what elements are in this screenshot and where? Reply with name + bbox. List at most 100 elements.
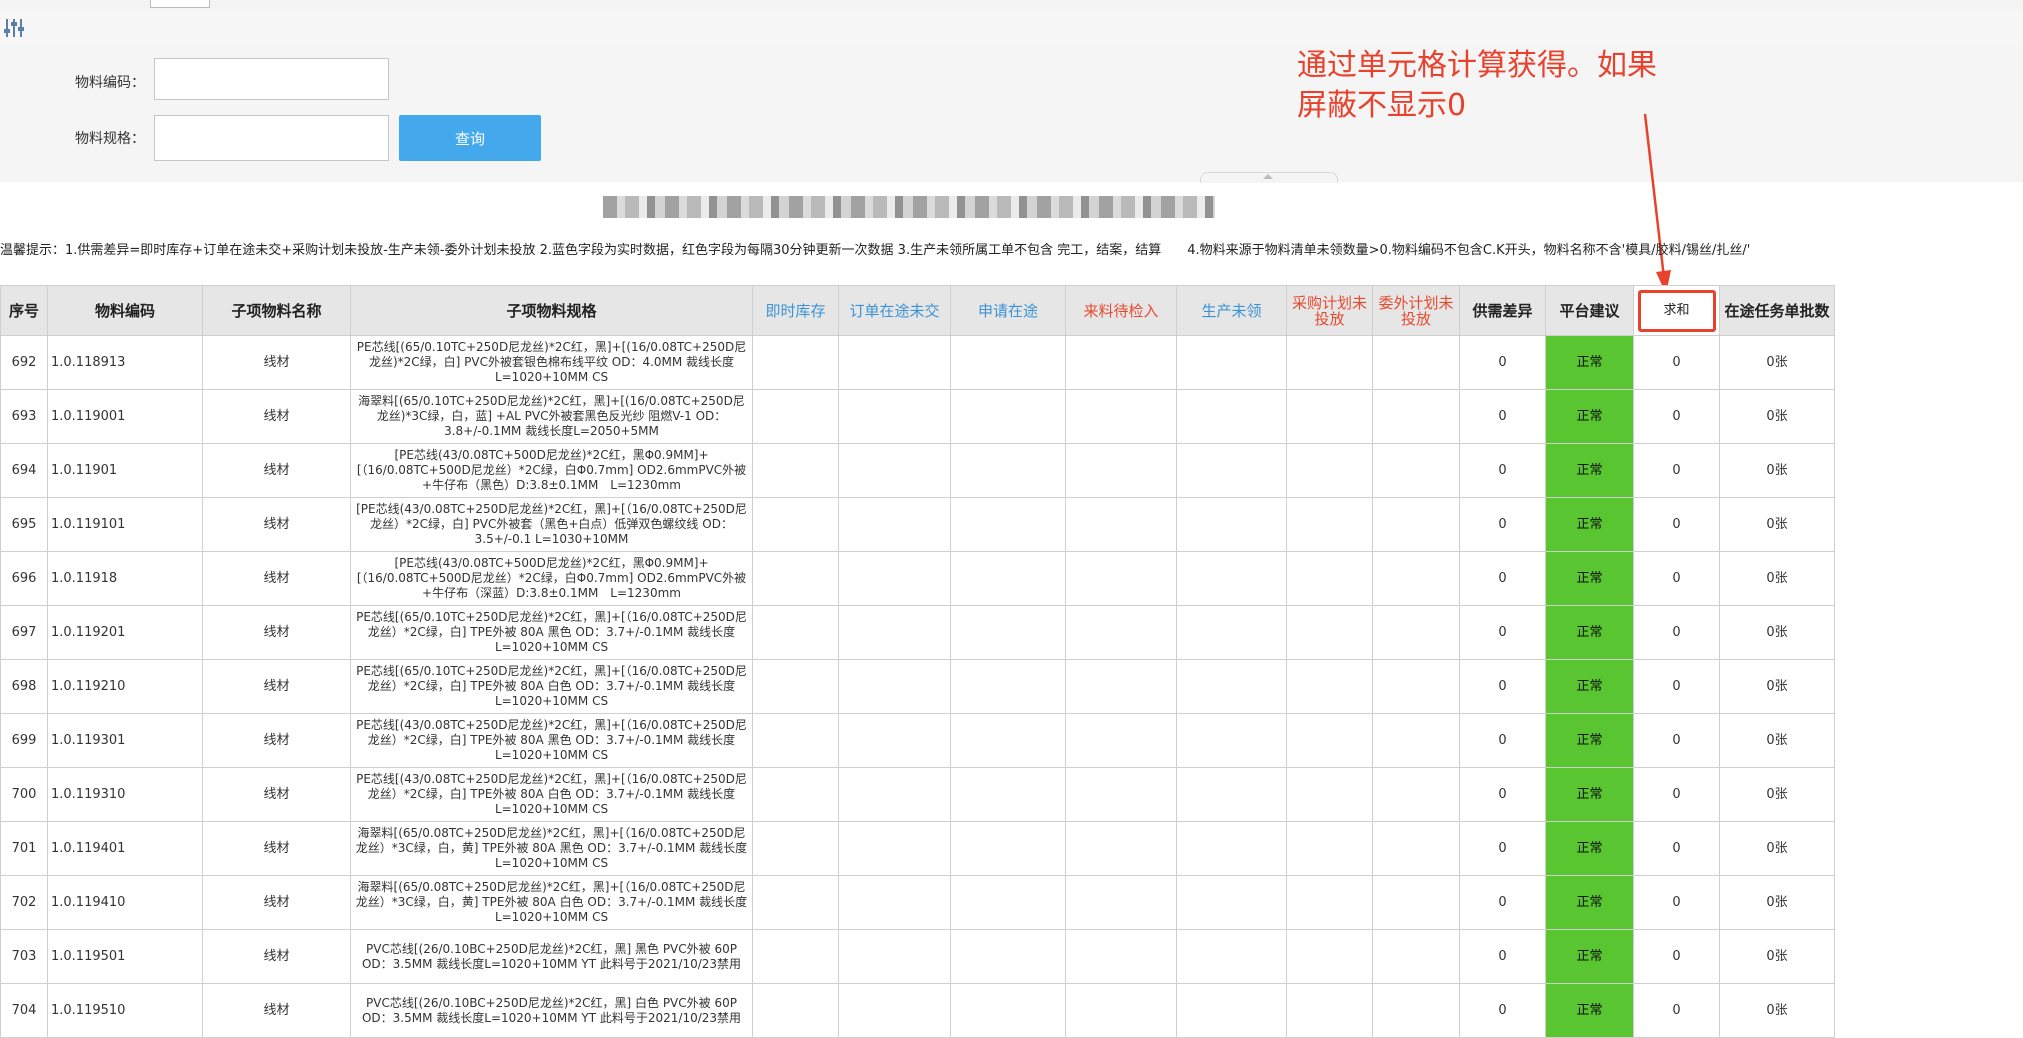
- cell-incoming: [1065, 551, 1177, 606]
- cell-stock: [752, 335, 839, 390]
- table-row[interactable]: 704 1.0.119510 线材 PVC芯线[(26/0.10BC+250D尼龙丝)…: [0, 983, 1835, 1038]
- cell-seq: 698: [0, 659, 48, 714]
- cell-code: 1.0.11901: [47, 443, 203, 498]
- cell-advice: 正常: [1545, 713, 1634, 768]
- col-purchase-plan[interactable]: 采购计划未投放: [1286, 285, 1373, 336]
- cell-seq: 703: [0, 929, 48, 984]
- cell-prod-unclaimed: [1176, 875, 1287, 930]
- table-row[interactable]: 701 1.0.119401 线材 海翠料[(65/0.08TC+250D尼龙丝)*2…: [0, 821, 1835, 876]
- cell-seq: 695: [0, 497, 48, 552]
- cell-stock: [752, 767, 839, 822]
- cell-code: 1.0.119501: [47, 929, 203, 984]
- table-row[interactable]: 703 1.0.119501 线材 PVC芯线[(26/0.10BC+250D尼龙丝)…: [0, 929, 1835, 984]
- cell-incoming: [1065, 821, 1177, 876]
- cell-spec: 海翠料[(65/0.08TC+250D尼龙丝)*2C红，黑]+[（16/0.08…: [350, 875, 753, 930]
- blurred-report-title: [603, 196, 1215, 218]
- col-stock[interactable]: 即时库存: [752, 285, 839, 336]
- cell-advice: 正常: [1545, 821, 1634, 876]
- cell-outsource-plan: [1372, 929, 1460, 984]
- col-outsource-plan[interactable]: 委外计划未投放: [1372, 285, 1460, 336]
- cell-sum: 0: [1633, 713, 1720, 768]
- col-sum[interactable]: 求和: [1633, 285, 1720, 336]
- cell-seq: 702: [0, 875, 48, 930]
- col-apply-transit[interactable]: 申请在途: [950, 285, 1066, 336]
- query-button[interactable]: 查询: [399, 115, 541, 161]
- cell-name: 线材: [202, 767, 351, 822]
- col-prod-unclaimed[interactable]: 生产未领: [1176, 285, 1287, 336]
- material-code-input[interactable]: [154, 58, 389, 100]
- col-incoming[interactable]: 来料待检入: [1065, 285, 1177, 336]
- cell-spec: PE芯线[(43/0.08TC+250D尼龙丝)*2C红，黑]+[（16/0.0…: [350, 767, 753, 822]
- cell-outsource-plan: [1372, 713, 1460, 768]
- table-row[interactable]: 696 1.0.11918 线材 [PE芯线(43/0.08TC+500D尼龙丝)*2…: [0, 551, 1835, 606]
- table-row[interactable]: 700 1.0.119310 线材 PE芯线[(43/0.08TC+250D尼龙丝)*…: [0, 767, 1835, 822]
- cell-batches: 0张: [1719, 605, 1835, 660]
- cell-purchase-plan: [1286, 875, 1373, 930]
- cell-apply-transit: [950, 551, 1066, 606]
- cell-prod-unclaimed: [1176, 821, 1287, 876]
- cell-prod-unclaimed: [1176, 659, 1287, 714]
- table-row[interactable]: 692 1.0.118913 线材 PE芯线[(65/0.10TC+250D尼龙丝)*…: [0, 335, 1835, 390]
- cell-apply-transit: [950, 983, 1066, 1038]
- table-row[interactable]: 693 1.0.119001 线材 海翠料[(65/0.10TC+250D尼龙丝)*2…: [0, 389, 1835, 444]
- cell-order-transit: [838, 821, 951, 876]
- cell-order-transit: [838, 335, 951, 390]
- cell-order-transit: [838, 605, 951, 660]
- toolbar-field[interactable]: [150, 0, 210, 8]
- panel-collapse-toggle[interactable]: [1200, 172, 1338, 183]
- table-row[interactable]: 694 1.0.11901 线材 [PE芯线(43/0.08TC+500D尼龙丝)*2…: [0, 443, 1835, 498]
- cell-prod-unclaimed: [1176, 983, 1287, 1038]
- cell-outsource-plan: [1372, 875, 1460, 930]
- cell-sum: 0: [1633, 659, 1720, 714]
- cell-spec: PE芯线[(43/0.08TC+250D尼龙丝)*2C红，黑]+[（16/0.0…: [350, 713, 753, 768]
- cell-seq: 696: [0, 551, 48, 606]
- cell-incoming: [1065, 605, 1177, 660]
- cell-advice: 正常: [1545, 875, 1634, 930]
- cell-order-transit: [838, 497, 951, 552]
- material-spec-input[interactable]: [154, 115, 389, 161]
- cell-sum: 0: [1633, 335, 1720, 390]
- cell-prod-unclaimed: [1176, 443, 1287, 498]
- cell-spec: PE芯线[(65/0.10TC+250D尼龙丝)*2C红，黑]+[(16/0.0…: [350, 335, 753, 390]
- cell-sum: 0: [1633, 821, 1720, 876]
- cell-spec: PE芯线[(65/0.10TC+250D尼龙丝)*2C红，黑]+[（16/0.0…: [350, 605, 753, 660]
- cell-apply-transit: [950, 767, 1066, 822]
- cell-seq: 699: [0, 713, 48, 768]
- col-diff[interactable]: 供需差异: [1459, 285, 1546, 336]
- cell-apply-transit: [950, 875, 1066, 930]
- cell-diff: 0: [1459, 983, 1546, 1038]
- cell-purchase-plan: [1286, 335, 1373, 390]
- col-order-transit[interactable]: 订单在途未交: [838, 285, 951, 336]
- col-advice[interactable]: 平台建议: [1545, 285, 1634, 336]
- cell-outsource-plan: [1372, 443, 1460, 498]
- cell-purchase-plan: [1286, 389, 1373, 444]
- cell-name: 线材: [202, 497, 351, 552]
- table-row[interactable]: 695 1.0.119101 线材 [PE芯线(43/0.08TC+250D尼龙丝)*…: [0, 497, 1835, 552]
- table-row[interactable]: 699 1.0.119301 线材 PE芯线[(43/0.08TC+250D尼龙丝)*…: [0, 713, 1835, 768]
- cell-purchase-plan: [1286, 929, 1373, 984]
- cell-name: 线材: [202, 713, 351, 768]
- filter-settings-icon[interactable]: [3, 17, 25, 39]
- cell-advice: 正常: [1545, 929, 1634, 984]
- cell-code: 1.0.119401: [47, 821, 203, 876]
- col-batches[interactable]: 在途任务单批数: [1719, 285, 1835, 336]
- col-name[interactable]: 子项物料名称: [202, 285, 351, 336]
- cell-purchase-plan: [1286, 821, 1373, 876]
- col-code[interactable]: 物料编码: [47, 285, 203, 336]
- cell-incoming: [1065, 335, 1177, 390]
- cell-prod-unclaimed: [1176, 713, 1287, 768]
- cell-seq: 704: [0, 983, 48, 1038]
- cell-sum: 0: [1633, 497, 1720, 552]
- col-spec[interactable]: 子项物料规格: [350, 285, 753, 336]
- cell-purchase-plan: [1286, 551, 1373, 606]
- cell-seq: 692: [0, 335, 48, 390]
- table-row[interactable]: 697 1.0.119201 线材 PE芯线[(65/0.10TC+250D尼龙丝)*…: [0, 605, 1835, 660]
- table-row[interactable]: 702 1.0.119410 线材 海翠料[(65/0.08TC+250D尼龙丝)*2…: [0, 875, 1835, 930]
- cell-purchase-plan: [1286, 713, 1373, 768]
- cell-apply-transit: [950, 713, 1066, 768]
- cell-batches: 0张: [1719, 983, 1835, 1038]
- col-seq[interactable]: 序号: [0, 285, 48, 336]
- cell-diff: 0: [1459, 767, 1546, 822]
- table-row[interactable]: 698 1.0.119210 线材 PE芯线[(65/0.10TC+250D尼龙丝)*…: [0, 659, 1835, 714]
- cell-order-transit: [838, 443, 951, 498]
